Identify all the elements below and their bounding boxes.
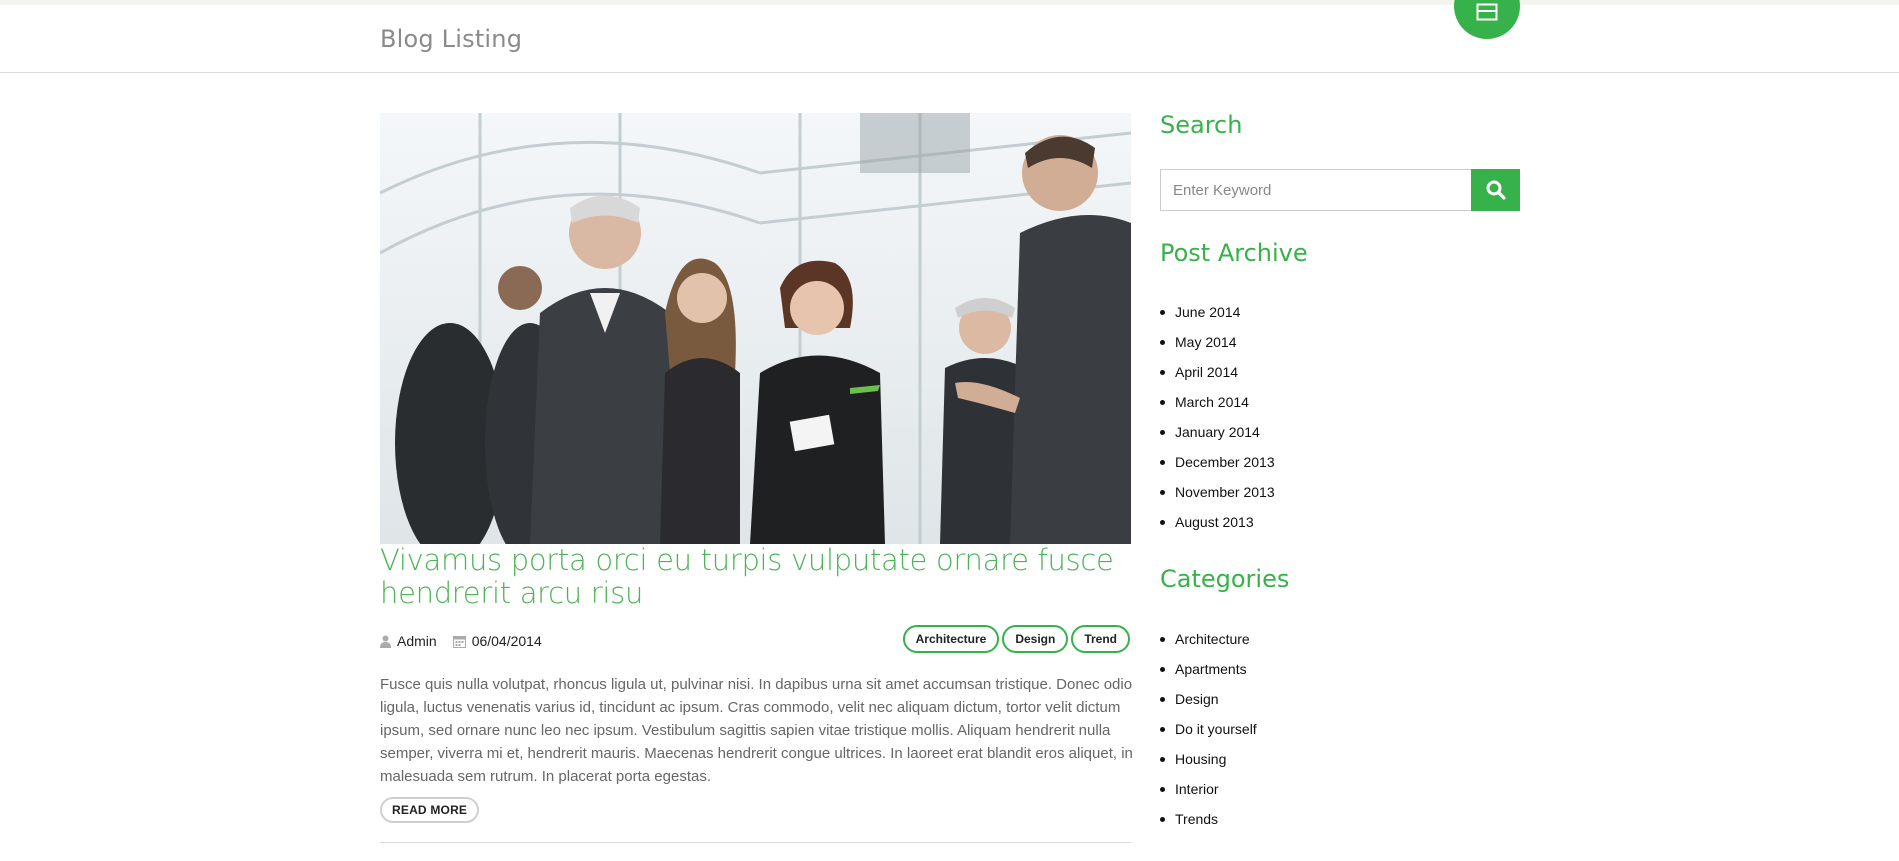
category-item[interactable]: Housing — [1160, 750, 1257, 780]
tag-trend[interactable]: Trend — [1071, 625, 1130, 653]
floating-action-button[interactable] — [1454, 0, 1520, 39]
post-featured-image[interactable] — [380, 113, 1131, 544]
post-author[interactable]: Admin — [380, 633, 437, 649]
archive-list: June 2014 May 2014 April 2014 March 2014… — [1160, 303, 1275, 543]
archive-item[interactable]: January 2014 — [1160, 423, 1275, 453]
search-button[interactable] — [1471, 169, 1520, 211]
archive-item[interactable]: May 2014 — [1160, 333, 1275, 363]
category-item[interactable]: Architecture — [1160, 630, 1257, 660]
category-item[interactable]: Interior — [1160, 780, 1257, 810]
user-icon — [380, 635, 391, 648]
post-date: 06/04/2014 — [452, 633, 542, 649]
window-icon — [1476, 3, 1498, 21]
categories-widget-title: Categories — [1160, 565, 1290, 593]
category-item[interactable]: Design — [1160, 690, 1257, 720]
search-input[interactable] — [1160, 169, 1471, 211]
category-item[interactable]: Do it yourself — [1160, 720, 1257, 750]
post-divider — [380, 842, 1131, 843]
category-item[interactable]: Apartments — [1160, 660, 1257, 690]
archive-item[interactable]: December 2013 — [1160, 453, 1275, 483]
archive-item[interactable]: August 2013 — [1160, 513, 1275, 543]
archive-item[interactable]: March 2014 — [1160, 393, 1275, 423]
search-widget-title: Search — [1160, 111, 1243, 139]
category-item[interactable]: Trends — [1160, 810, 1257, 840]
tag-architecture[interactable]: Architecture — [902, 625, 1000, 653]
archive-item[interactable]: April 2014 — [1160, 363, 1275, 393]
post-meta: Admin 06/04/2014 — [380, 633, 558, 649]
page-title: Blog Listing — [380, 25, 523, 53]
tag-design[interactable]: Design — [1002, 625, 1069, 653]
post-title-link[interactable]: Vivamus porta orci eu turpis vulputate o… — [380, 544, 1140, 610]
author-name: Admin — [397, 633, 437, 649]
featured-photo — [380, 113, 1131, 544]
post-tags: Architecture Design Trend — [902, 625, 1130, 653]
archive-item[interactable]: November 2013 — [1160, 483, 1275, 513]
categories-list: Architecture Apartments Design Do it you… — [1160, 630, 1257, 840]
search-form — [1160, 169, 1520, 211]
page-header: Blog Listing — [0, 0, 1899, 73]
search-icon — [1486, 180, 1506, 200]
archive-item[interactable]: June 2014 — [1160, 303, 1275, 333]
calendar-icon — [452, 635, 466, 648]
post-excerpt: Fusce quis nulla volutpat, rhoncus ligul… — [380, 676, 1133, 785]
date-text: 06/04/2014 — [471, 633, 542, 649]
archive-widget-title: Post Archive — [1160, 239, 1308, 267]
read-more-button[interactable]: READ MORE — [380, 797, 480, 823]
